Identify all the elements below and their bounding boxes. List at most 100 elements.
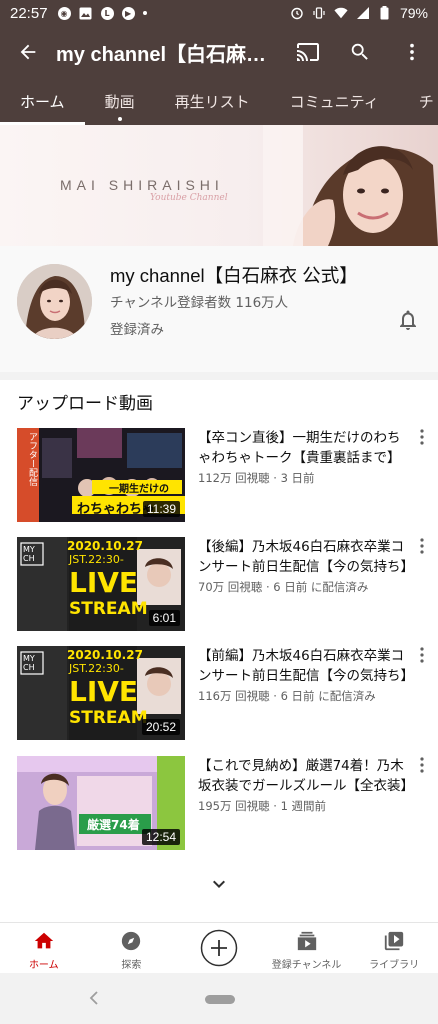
nav-label: 登録チャンネル xyxy=(271,960,342,971)
system-back-icon[interactable] xyxy=(85,988,105,1008)
nav-home[interactable]: ホーム xyxy=(0,923,88,973)
status-time: 22:57 xyxy=(10,4,48,22)
video-title[interactable]: 【後編】乃木坂46白石麻衣卒業コンサート前日生配信【今の気持ち】 xyxy=(198,537,410,577)
thumbnail-stream: STREAM xyxy=(69,708,148,728)
photo-icon xyxy=(79,6,93,20)
battery-icon xyxy=(378,6,392,20)
arrow-back-icon xyxy=(20,44,36,60)
bottom-navigation: ホーム 探索 登録チャンネル ライブラリ xyxy=(0,922,438,973)
video-thumbnail[interactable]: MY CH 2020.10.27 JST.22:30- LIVE STREAM … xyxy=(17,537,185,631)
alarm-icon xyxy=(290,6,304,20)
notification-bell-icon[interactable] xyxy=(396,308,420,332)
thumbnail-live: LIVE xyxy=(69,566,139,599)
signal-icon xyxy=(356,6,370,20)
explore-icon xyxy=(119,929,143,953)
channel-tabs: ホーム 動画 再生リスト コミュニティ チ xyxy=(0,78,438,125)
video-thumbnail[interactable]: MY CH 2020.10.27 JST.22:30- LIVE STREAM … xyxy=(17,646,185,740)
video-title[interactable]: 【これで見納め】厳選74着！乃木坂衣装でガールズルール【全衣装】 xyxy=(198,756,410,796)
video-menu-button[interactable] xyxy=(414,537,430,559)
notification-icons: ◉ L ▶ xyxy=(57,6,147,20)
system-navigation-bar xyxy=(0,973,438,1024)
video-title[interactable]: 【前編】乃木坂46白石麻衣卒業コンサート前日生配信【今の気持ち】 xyxy=(198,646,410,686)
uploads-section-title: アップロード動画 xyxy=(17,394,153,414)
back-button[interactable] xyxy=(0,26,56,78)
line-icon: L xyxy=(100,6,114,20)
video-thumbnail[interactable]: アフター配信 一期生だけの わちゃわちゃ 11:39 xyxy=(17,428,185,522)
dot-icon xyxy=(142,11,147,15)
status-bar: 22:57 ◉ L ▶ 79% xyxy=(0,0,438,26)
thumbnail-time: JST.22:30- xyxy=(69,553,124,566)
tab-label: 動画 xyxy=(104,93,135,111)
video-item[interactable]: MY CH 2020.10.27 JST.22:30- LIVE STREAM … xyxy=(0,646,438,742)
tab-home[interactable]: ホーム xyxy=(0,78,85,125)
more-vert-icon xyxy=(410,43,414,61)
app-bar: my channel【白石麻衣 公式】 xyxy=(0,26,438,78)
video-duration: 12:54 xyxy=(141,829,180,845)
nav-label: ライブラリ xyxy=(369,960,420,971)
cast-icon xyxy=(297,43,319,61)
banner-name: MAI SHIRAISHI xyxy=(60,177,224,193)
battery-percent: 79% xyxy=(399,5,428,21)
nav-explore[interactable]: 探索 xyxy=(88,923,176,973)
home-icon xyxy=(32,929,56,953)
video-duration: 11:39 xyxy=(142,501,180,517)
more-vert-icon xyxy=(420,538,424,554)
thumbnail-stream: STREAM xyxy=(69,599,148,619)
search-button[interactable] xyxy=(334,26,386,78)
vibrate-icon xyxy=(312,6,326,20)
video-meta: 116万 回視聴 · 6 日前 に配信済み xyxy=(198,689,376,703)
more-vert-icon xyxy=(420,429,424,445)
thumbnail-live: LIVE xyxy=(69,675,139,708)
video-thumbnail[interactable]: 厳選74着 12:54 xyxy=(17,756,185,850)
video-title[interactable]: 【卒コン直後】一期生だけのわちゃわちゃトーク【貴重裏話まで】 xyxy=(198,428,410,468)
tab-label: ホーム xyxy=(20,93,65,111)
channel-banner: MAI SHIRAISHI Youtube Channel xyxy=(0,125,438,246)
chrome-icon: ◉ xyxy=(57,6,71,20)
video-menu-button[interactable] xyxy=(414,428,430,450)
channel-header: my channel【白石麻衣 公式】 チャンネル登録者数 116万人 登録済み xyxy=(0,246,438,372)
video-meta: 70万 回視聴 · 6 日前 に配信済み xyxy=(198,580,369,594)
video-item[interactable]: 厳選74着 12:54 【これで見納め】厳選74着！乃木坂衣装でガールズルール【… xyxy=(0,756,438,852)
banner-photo xyxy=(263,125,438,246)
create-icon xyxy=(200,929,238,967)
thumbnail-logo: MY CH xyxy=(23,654,35,672)
video-meta: 112万 回視聴 · 3 日前 xyxy=(198,471,315,485)
cast-button[interactable] xyxy=(282,26,334,78)
video-duration: 20:52 xyxy=(141,719,180,735)
banner-subtitle: Youtube Channel xyxy=(150,193,228,203)
video-menu-button[interactable] xyxy=(414,756,430,778)
tab-community[interactable]: コミュニティ xyxy=(270,78,399,125)
video-meta: 195万 回視聴 · 1 週間前 xyxy=(198,799,327,813)
thumbnail-date: 2020.10.27 xyxy=(67,539,143,553)
tab-playlists[interactable]: 再生リスト xyxy=(155,78,270,125)
subscribed-button[interactable]: 登録済み xyxy=(110,318,164,338)
avatar[interactable] xyxy=(17,264,92,339)
more-vert-icon xyxy=(420,647,424,663)
thumbnail-caption: アフター配信 xyxy=(27,432,37,486)
avatar-image xyxy=(17,264,92,339)
app-bar-title: my channel【白石麻衣 公式】 xyxy=(56,43,281,66)
tab-channels[interactable]: チ xyxy=(399,78,438,125)
nav-subscriptions[interactable]: 登録チャンネル xyxy=(263,923,351,973)
nav-label: 探索 xyxy=(121,960,142,971)
channel-name: my channel【白石麻衣 公式】 xyxy=(110,265,358,286)
nav-label: ホーム xyxy=(28,960,59,971)
library-icon xyxy=(382,929,406,953)
more-vert-icon xyxy=(420,757,424,773)
search-icon xyxy=(351,43,368,60)
thumbnail-caption: 厳選74着 xyxy=(87,818,140,832)
video-item[interactable]: MY CH 2020.10.27 JST.22:30- LIVE STREAM … xyxy=(0,537,438,633)
tab-videos[interactable]: 動画 xyxy=(85,78,155,125)
nav-create[interactable] xyxy=(175,923,263,973)
video-item[interactable]: アフター配信 一期生だけの わちゃわちゃ 11:39 【卒コン直後】一期生だけの… xyxy=(0,428,438,524)
expand-more-icon[interactable] xyxy=(207,872,231,896)
system-home-pill[interactable] xyxy=(205,995,235,1004)
play-icon: ▶ xyxy=(121,6,135,20)
nav-library[interactable]: ライブラリ xyxy=(350,923,438,973)
more-options-button[interactable] xyxy=(386,26,438,78)
tab-label: チ xyxy=(418,93,434,111)
video-menu-button[interactable] xyxy=(414,646,430,668)
thumbnail-time: JST.22:30- xyxy=(69,662,124,675)
section-divider xyxy=(0,372,438,380)
thumbnail-caption: 一期生だけの xyxy=(109,484,169,495)
